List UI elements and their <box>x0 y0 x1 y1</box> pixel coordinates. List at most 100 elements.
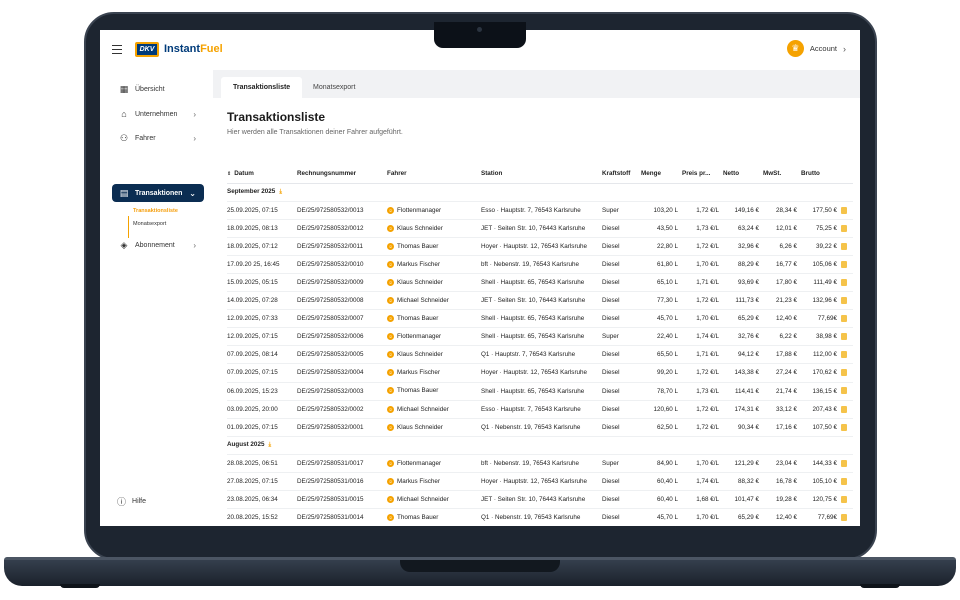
table-row[interactable]: 07.09.2025, 07:15 DE/25/972580532/0004 ☺ Ma… <box>227 363 853 383</box>
tab-bar: Transaktionsliste Monatsexport <box>213 70 860 98</box>
column-label: Datum <box>234 169 254 177</box>
column-header-preis[interactable]: Preis pr... <box>682 164 723 184</box>
cell-kraftstoff: Diesel <box>602 490 641 510</box>
cell-station: Shell · Hauptstr. 65, 76543 Karlsruhe <box>481 309 602 329</box>
driver-name: Klaus Schneider <box>397 224 443 232</box>
table-row[interactable]: 23.08.2025, 06:34 DE/25/972580531/0015 ☺ Mi… <box>227 490 853 510</box>
account-menu[interactable]: ♛ Account › <box>786 40 846 57</box>
cell-brutto: 77,69€ <box>801 508 841 526</box>
table-row[interactable]: 07.09.2025, 08:14 DE/25/972580532/0005 ☺ Kl… <box>227 345 853 365</box>
hamburger-menu-icon[interactable] <box>112 45 122 54</box>
column-header-brutto[interactable]: Brutto <box>801 164 841 184</box>
cell-netto: 101,47 € <box>723 490 763 510</box>
cell-mwst: 17,88 € <box>763 345 801 365</box>
transactions-table: ⇕ Datum Rechnungsnummer Fahrer Station Kr… <box>227 164 853 526</box>
receipt-icon[interactable] <box>841 369 847 377</box>
cell-station: Shell · Hauptstr. 65, 76543 Karlsruhe <box>481 327 602 347</box>
tab-monatsexport[interactable]: Monatsexport <box>301 77 367 98</box>
cell-station: Hoyer · Hauptstr. 12, 76543 Karlsruhe <box>481 237 602 256</box>
column-header-menge[interactable]: Menge <box>641 164 682 184</box>
cell-fahrer: ☺ Thomas Bauer <box>387 382 481 401</box>
column-header-rechnungsnummer[interactable]: Rechnungsnummer <box>297 164 387 184</box>
column-header-datum[interactable]: ⇕ Datum <box>227 164 297 184</box>
column-header-kraftstoff[interactable]: Kraftstoff <box>602 164 641 184</box>
column-header-fahrer[interactable]: Fahrer <box>387 164 481 184</box>
driver-name: Markus Fischer <box>397 478 441 486</box>
cell-mwst: 12,40 € <box>763 309 801 329</box>
table-group-row: August 2025 ⤓ <box>227 436 853 455</box>
brand-accent: Fuel <box>200 43 223 55</box>
receipt-icon[interactable] <box>841 242 847 250</box>
column-header-mwst[interactable]: MwSt. <box>763 164 801 184</box>
submenu-indicator <box>128 216 129 238</box>
driver-name: Klaus Schneider <box>397 351 443 359</box>
table-row[interactable]: 25.09.2025, 07:15 DE/25/972580532/0013 ☺ Fl… <box>227 201 853 220</box>
receipt-icon[interactable] <box>841 387 847 395</box>
cell-netto: 88,29 € <box>723 255 763 274</box>
driver-name: Markus Fischer <box>397 261 441 268</box>
help-link[interactable]: ⓘ Hilfe <box>117 495 146 508</box>
table-row[interactable]: 15.09.2025, 05:15 DE/25/972580532/0009 ☺ Kl… <box>227 273 853 293</box>
receipt-icon[interactable] <box>841 206 847 214</box>
table-row[interactable]: 18.09.2025, 08:13 DE/25/972580532/0012 ☺ Kl… <box>227 219 853 238</box>
column-header-station[interactable]: Station <box>481 164 602 184</box>
cell-brutto: 132,96 € <box>801 291 841 311</box>
driver-avatar-icon: ☺ <box>387 260 394 268</box>
download-icon[interactable]: ⤓ <box>279 189 282 195</box>
table-row[interactable]: 18.09.2025, 07:12 DE/25/972580532/0011 ☺ Th… <box>227 237 853 256</box>
receipt-icon[interactable] <box>841 514 847 522</box>
sidebar-item-abonnement[interactable]: ◈ Abonnement › <box>112 236 204 254</box>
table-row[interactable]: 06.09.2025, 15:23 DE/25/972580532/0003 ☺ Th… <box>227 382 853 401</box>
table-row[interactable]: 14.09.2025, 07:28 DE/25/972580532/0008 ☺ Mi… <box>227 291 853 311</box>
cell-actions <box>841 219 853 238</box>
driver-avatar-icon: ☺ <box>387 496 394 504</box>
receipt-icon[interactable] <box>841 224 847 232</box>
cell-preis: 1,70 €/L <box>682 255 723 274</box>
table-row[interactable]: 17.09.20 25, 16:45 DE/25/972580532/0010 ☺ M… <box>227 255 853 274</box>
cell-actions <box>841 418 853 437</box>
cell-actions <box>841 382 853 401</box>
table-row[interactable]: 27.08.2025, 07:15 DE/25/972580531/0016 ☺ Ma… <box>227 472 853 492</box>
table-group-row: September 2025 ⤓ <box>227 183 853 202</box>
receipt-icon[interactable] <box>841 477 847 485</box>
group-label-cell: August 2025 ⤓ <box>227 436 853 455</box>
receipt-icon[interactable] <box>841 351 847 359</box>
driver-avatar-icon: ☺ <box>387 405 394 413</box>
cell-fahrer: ☺ Flottenmanager <box>387 201 481 220</box>
tab-transaktionsliste[interactable]: Transaktionsliste <box>221 77 303 98</box>
brand-main: Instant <box>164 43 201 55</box>
sidebar-item-transaktionen[interactable]: ▤ Transaktionen ⌄ <box>112 184 204 202</box>
receipt-icon[interactable] <box>841 496 847 504</box>
receipt-icon[interactable] <box>841 278 847 286</box>
receipt-icon[interactable] <box>841 260 847 268</box>
driver-avatar-icon: ☺ <box>387 423 394 431</box>
cell-actions <box>841 345 853 365</box>
receipt-icon[interactable] <box>841 297 847 305</box>
receipt-icon[interactable] <box>841 423 847 431</box>
receipt-icon[interactable] <box>841 459 847 467</box>
receipt-icon[interactable] <box>841 405 847 413</box>
cell-preis: 1,72 €/L <box>682 363 723 383</box>
sidebar-item-unternehmen[interactable]: ⌂ Unternehmen › <box>112 105 204 123</box>
sidebar-subitem-monatsexport[interactable]: Monatsexport <box>133 221 166 227</box>
table-row[interactable]: 03.09.2025, 20:00 DE/25/972580532/0002 ☺ Mi… <box>227 400 853 419</box>
cell-rechnungsnummer: DE/25/972580532/0002 <box>297 400 387 419</box>
receipt-icon[interactable] <box>841 315 847 323</box>
table-row[interactable]: 01.09.2025, 07:15 DE/25/972580532/0001 ☺ Kl… <box>227 418 853 437</box>
box-icon: ◈ <box>120 239 128 250</box>
sidebar-subitem-transaktionsliste[interactable]: Transaktionsliste <box>133 208 178 214</box>
table-row[interactable]: 12.09.2025, 07:33 DE/25/972580532/0007 ☺ Th… <box>227 309 853 329</box>
brand-name: InstantFuel <box>164 43 223 55</box>
column-header-netto[interactable]: Netto <box>723 164 763 184</box>
table-row[interactable]: 12.09.2025, 07:15 DE/25/972580532/0006 ☺ Fl… <box>227 327 853 347</box>
table-row[interactable]: 20.08.2025, 15:52 DE/25/972580531/0014 ☺ Th… <box>227 508 853 526</box>
cell-menge: 65,10 L <box>641 273 682 293</box>
download-icon[interactable]: ⤓ <box>268 442 271 448</box>
table-row[interactable]: 28.08.2025, 06:51 DE/25/972580531/0017 ☺ Fl… <box>227 454 853 474</box>
sidebar-item-uebersicht[interactable]: ▦ Übersicht <box>112 80 204 98</box>
receipt-icon[interactable] <box>841 333 847 341</box>
sidebar-item-fahrer[interactable]: ⚇ Fahrer › <box>112 129 204 147</box>
cell-mwst: 21,23 € <box>763 291 801 311</box>
cell-mwst: 6,26 € <box>763 237 801 256</box>
cell-brutto: 111,49 € <box>801 273 841 293</box>
